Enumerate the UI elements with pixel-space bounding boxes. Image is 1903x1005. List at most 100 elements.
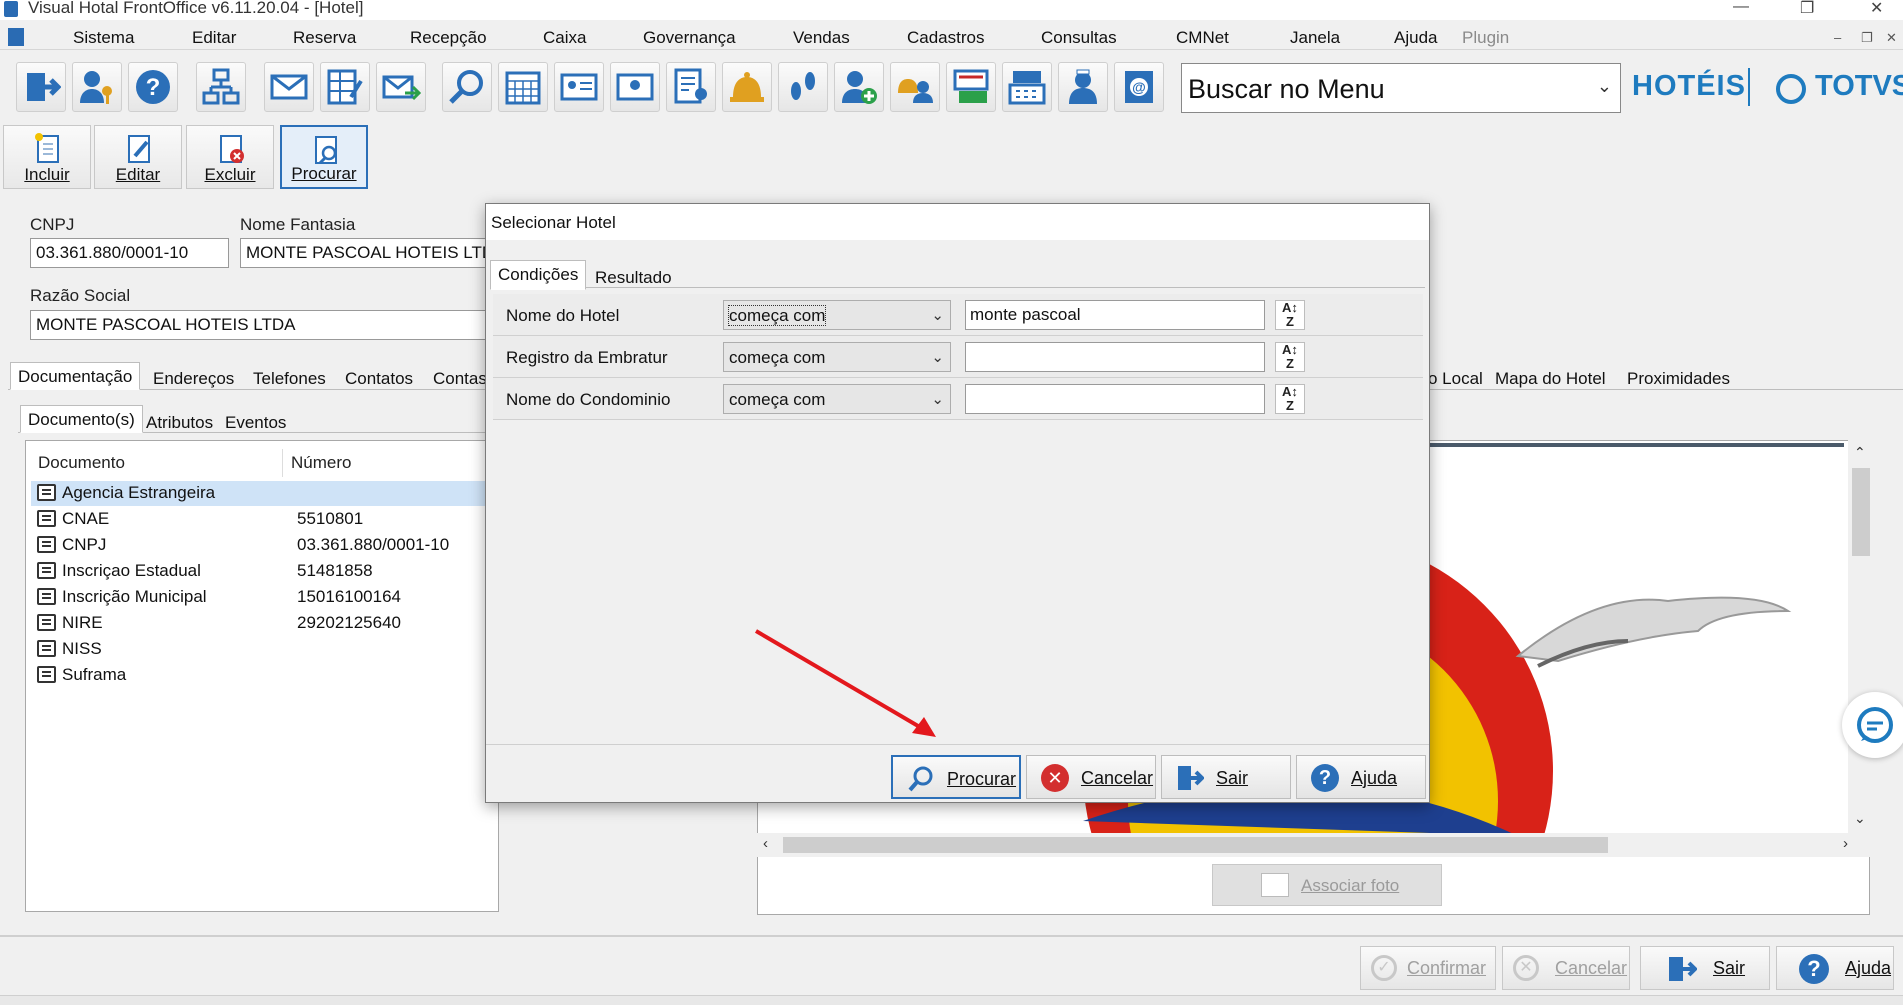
bell-icon[interactable] (722, 62, 772, 112)
vertical-scroll-thumb[interactable] (1852, 468, 1870, 556)
menu-vendas[interactable]: Vendas (793, 28, 850, 48)
menu-governanca[interactable]: Governança (643, 28, 736, 48)
scroll-down-icon[interactable]: ⌄ (1854, 810, 1866, 827)
condition-value-input[interactable] (965, 384, 1265, 414)
user-key-icon[interactable] (72, 62, 122, 112)
chat-support-button[interactable] (1842, 692, 1903, 758)
maid-icon[interactable] (1058, 62, 1108, 112)
room-card-icon[interactable] (610, 62, 660, 112)
horizontal-scrollbar[interactable]: ‹ › (757, 833, 1870, 857)
cancelar-dialog-button[interactable]: ✕ Cancelar (1026, 755, 1156, 799)
menu-reserva[interactable]: Reserva (293, 28, 356, 48)
minimize-button[interactable]: — (1733, 0, 1749, 16)
edit-grid-icon[interactable] (320, 62, 370, 112)
procurar-button[interactable]: Procurar (280, 125, 368, 189)
sort-az-icon[interactable]: A↕ Z (1275, 300, 1305, 330)
tab-atributos[interactable]: Atributos (138, 408, 221, 436)
scroll-right-icon[interactable]: › (1843, 835, 1848, 852)
ajuda-dialog-button[interactable]: ? Ajuda (1296, 755, 1426, 799)
condition-operator-select[interactable]: começa com ⌄ (723, 342, 951, 372)
condition-value-input[interactable] (965, 342, 1265, 372)
associate-photo-button[interactable]: Associar foto (1212, 864, 1442, 906)
list-item[interactable]: Suframa (31, 663, 499, 688)
sair-dialog-button[interactable]: Sair (1161, 755, 1291, 799)
menu-recepcao[interactable]: Recepção (410, 28, 487, 48)
razao-social-field[interactable]: MONTE PASCOAL HOTEIS LTDA (30, 310, 500, 340)
bell-user-icon[interactable] (890, 62, 940, 112)
calendar-icon[interactable] (498, 62, 548, 112)
help-icon[interactable]: ? (128, 62, 178, 112)
list-item[interactable]: Inscrição Municipal 15016100164 (31, 585, 499, 610)
sort-az-icon[interactable]: A↕ Z (1275, 384, 1305, 414)
tab-enderecos[interactable]: Endereços (145, 364, 242, 392)
tab-resultado[interactable]: Resultado (587, 263, 680, 291)
checklist-user-icon[interactable] (666, 62, 716, 112)
condition-operator-select[interactable]: começa com ⌄ (723, 300, 951, 330)
app-menu-icon[interactable] (8, 28, 24, 46)
mdi-restore-button[interactable]: ❐ (1861, 30, 1873, 46)
horizontal-scroll-thumb[interactable] (783, 837, 1608, 853)
vertical-scrollbar[interactable]: ⌃ ⌄ (1848, 440, 1874, 835)
list-item[interactable]: CNAE 5510801 (31, 507, 499, 532)
list-item[interactable]: Inscriçao Estadual 51481858 (31, 559, 499, 584)
send-mail-icon[interactable] (376, 62, 426, 112)
column-header-documento[interactable]: Documento (38, 453, 125, 473)
cnpj-field[interactable]: 03.361.880/0001-10 (30, 238, 229, 268)
tab-proximidades[interactable]: Proximidades (1619, 364, 1738, 392)
mdi-minimize-button[interactable]: – (1834, 30, 1841, 45)
email-book-icon[interactable]: @ (1114, 62, 1164, 112)
org-chart-icon[interactable] (196, 62, 246, 112)
tab-telefones[interactable]: Telefones (245, 364, 334, 392)
menu-consultas[interactable]: Consultas (1041, 28, 1117, 48)
menu-janela[interactable]: Janela (1290, 28, 1340, 48)
condition-operator-select[interactable]: começa com ⌄ (723, 384, 951, 414)
nome-fantasia-field[interactable]: MONTE PASCOAL HOTEIS LTDA (240, 238, 500, 268)
mail-icon[interactable] (264, 62, 314, 112)
menu-cadastros[interactable]: Cadastros (907, 28, 984, 48)
footprints-icon[interactable] (778, 62, 828, 112)
tab-eventos[interactable]: Eventos (217, 408, 294, 436)
tab-condicoes[interactable]: Condições (490, 260, 587, 290)
scroll-left-icon[interactable]: ‹ (763, 835, 768, 852)
excluir-button[interactable]: Excluir (186, 125, 274, 189)
search-icon[interactable] (442, 62, 492, 112)
menu-editar[interactable]: Editar (192, 28, 236, 48)
menu-sistema[interactable]: Sistema (73, 28, 134, 48)
tab-mapa-do-hotel[interactable]: Mapa do Hotel (1487, 364, 1614, 392)
restore-button[interactable]: ❐ (1800, 0, 1814, 18)
tab-documentacao[interactable]: Documentação (10, 362, 141, 390)
menu-plugin[interactable]: Plugin (1462, 28, 1509, 48)
incluir-button[interactable]: Incluir (3, 125, 91, 189)
menu-caixa[interactable]: Caixa (543, 28, 586, 48)
annotation-arrow (754, 629, 936, 737)
ajuda-bottom-button[interactable]: ? Ajuda (1776, 946, 1894, 990)
add-user-icon[interactable] (834, 62, 884, 112)
scroll-up-icon[interactable]: ⌃ (1854, 444, 1866, 461)
list-item[interactable]: NISS (31, 637, 499, 662)
guest-card-icon[interactable] (554, 62, 604, 112)
list-item[interactable]: NIRE 29202125640 (31, 611, 499, 636)
sair-bottom-button[interactable]: Sair (1640, 946, 1770, 990)
cancel-icon: ✕ (1041, 764, 1069, 792)
cancelar-bottom-button[interactable]: ✕ Cancelar (1502, 946, 1630, 990)
column-header-numero[interactable]: Número (291, 453, 351, 473)
sort-az-icon[interactable]: A↕ Z (1275, 342, 1305, 372)
menu-ajuda[interactable]: Ajuda (1394, 28, 1437, 48)
condition-value-input[interactable]: monte pascoal (965, 300, 1265, 330)
list-item[interactable]: CNPJ 03.361.880/0001-10 (31, 533, 499, 558)
close-button[interactable]: ✕ (1870, 0, 1883, 18)
list-item[interactable]: Agencia Estrangeira (31, 481, 499, 506)
procurar-dialog-button[interactable]: Procurar (891, 755, 1021, 799)
mdi-close-button[interactable]: ✕ (1886, 30, 1897, 46)
tab-documentos[interactable]: Documento(s) (20, 405, 143, 433)
logout-icon[interactable] (16, 62, 66, 112)
tab-contatos[interactable]: Contatos (337, 364, 421, 392)
chevron-down-icon[interactable]: ⌄ (1597, 76, 1612, 97)
menu-cmnet[interactable]: CMNet (1176, 28, 1229, 48)
register-icon[interactable] (1002, 62, 1052, 112)
tab-local[interactable]: o Local (1420, 364, 1491, 392)
editar-button[interactable]: Editar (94, 125, 182, 189)
confirmar-button[interactable]: ✓ Confirmar (1360, 946, 1496, 990)
menu-search-combobox[interactable]: Buscar no Menu ⌄ (1181, 63, 1621, 113)
cash-register-icon[interactable] (946, 62, 996, 112)
